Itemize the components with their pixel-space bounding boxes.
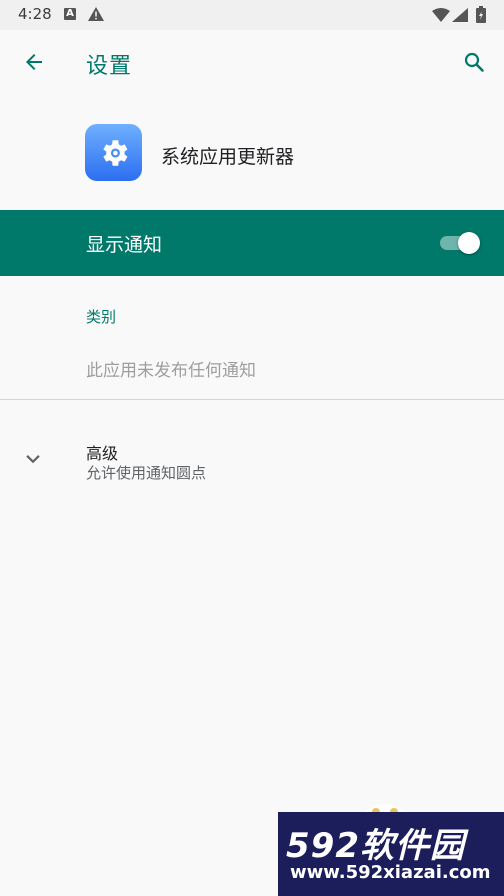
back-button[interactable] — [16, 46, 52, 78]
watermark-brand: 592软件园 — [286, 826, 465, 866]
settings-gear-icon — [102, 139, 127, 166]
switch-thumb — [458, 232, 480, 254]
signal-icon — [452, 7, 468, 26]
show-notifications-row[interactable]: 显示通知 — [0, 210, 504, 276]
app-icon — [85, 124, 142, 181]
watermark-logo: 592软件园 www.592xiazai.com — [278, 812, 504, 896]
advanced-row[interactable]: 高级 允许使用通知圆点 — [0, 430, 504, 494]
category-header: 类别 — [86, 308, 117, 326]
back-arrow-icon — [26, 54, 42, 70]
app-header: 系统应用更新器 — [0, 118, 504, 188]
watermark-url: www.592xiazai.com — [290, 862, 491, 883]
battery-icon — [476, 6, 486, 27]
warning-icon — [88, 6, 104, 25]
notification-a-icon: A — [64, 8, 76, 20]
status-bar: 4:28 A — [0, 0, 504, 30]
status-time: 4:28 — [18, 5, 52, 23]
advanced-summary: 允许使用通知圆点 — [86, 464, 207, 482]
chevron-down-icon — [26, 455, 40, 464]
search-icon — [464, 52, 484, 72]
show-notifications-label: 显示通知 — [86, 234, 163, 256]
wifi-icon — [432, 7, 450, 26]
search-button[interactable] — [456, 46, 492, 78]
divider — [0, 399, 504, 400]
app-bar: 设置 — [0, 30, 504, 94]
show-notifications-switch[interactable] — [440, 232, 482, 254]
page-title: 设置 — [86, 54, 133, 79]
expand-button[interactable] — [20, 448, 46, 470]
app-name: 系统应用更新器 — [161, 146, 295, 168]
empty-notifications-message: 此应用未发布任何通知 — [86, 361, 256, 381]
advanced-title: 高级 — [86, 444, 119, 463]
